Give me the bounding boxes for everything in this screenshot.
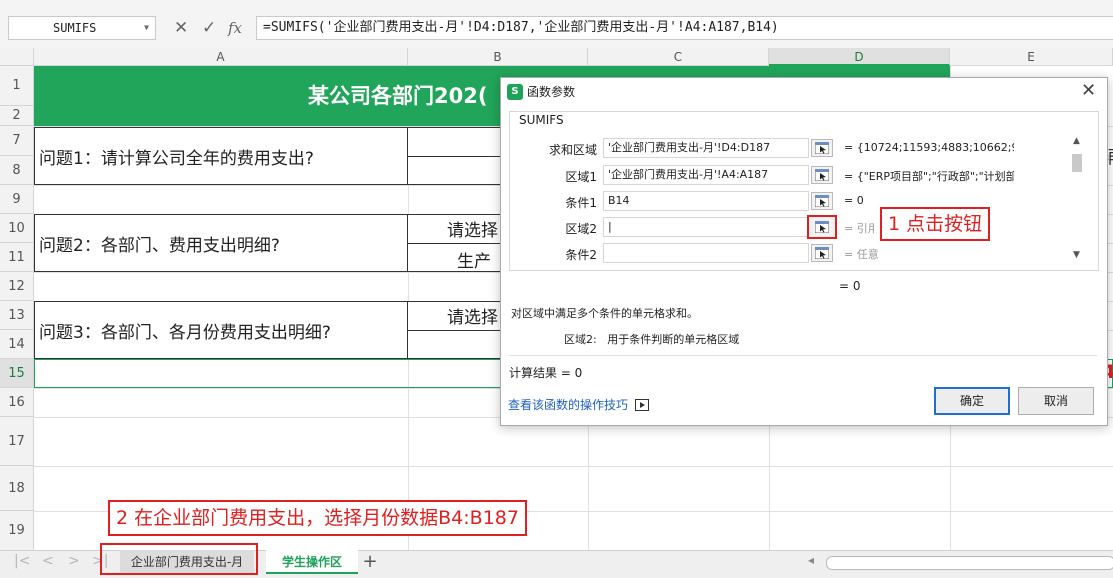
param-description: 区域2: 用于条件判断的单元格区域 — [564, 331, 739, 347]
formula-result: = 0 — [839, 279, 861, 293]
row-header-16[interactable]: 16 — [0, 388, 34, 417]
function-arguments-dialog: S 函数参数 ✕ SUMIFS 求和区域 '企业部门费用支出-月'!D4:D18… — [500, 77, 1108, 426]
next-sheet-icon[interactable]: > — [68, 553, 80, 569]
row-header-8[interactable]: 8 — [0, 156, 34, 185]
answer-1-cell-bottom[interactable] — [407, 156, 503, 185]
calculation-result: 计算结果 = 0 — [509, 366, 583, 380]
param-label-range1: 区域1 — [565, 170, 597, 184]
scroll-down-icon[interactable]: ▼ — [1073, 250, 1080, 260]
range-select-button[interactable] — [811, 244, 833, 262]
row-header-15[interactable]: 15 — [0, 359, 34, 388]
sheet-title: 某公司各部门202( — [308, 84, 488, 108]
scroll-thumb[interactable] — [1072, 154, 1082, 172]
scroll-up-icon[interactable]: ▲ — [1073, 136, 1080, 146]
criteria2-input[interactable] — [603, 243, 809, 263]
step1-annotation: 1 点击按钮 — [880, 207, 991, 241]
column-header-d[interactable]: D — [769, 48, 950, 66]
help-link[interactable]: 查看该函数的操作技巧 — [508, 396, 628, 413]
param-description-text: 用于条件判断的单元格区域 — [607, 333, 740, 346]
play-video-icon[interactable] — [635, 399, 649, 411]
tab-highlight-annotation — [100, 543, 258, 575]
horizontal-scrollbar[interactable] — [826, 556, 1113, 570]
range-select-button[interactable] — [811, 139, 833, 157]
row-header-17[interactable]: 17 — [0, 417, 34, 466]
ok-button[interactable]: 确定 — [934, 387, 1010, 415]
select-all-corner[interactable] — [0, 48, 34, 66]
dialog-title: 函数参数 — [527, 85, 576, 99]
row-header-1[interactable]: 1 — [0, 66, 34, 106]
range1-input[interactable]: '企业部门费用支出-月'!A4:A187 — [603, 165, 809, 185]
scroll-left-icon[interactable]: ◂ — [808, 553, 814, 567]
row-header-12[interactable]: 12 — [0, 272, 34, 301]
row-header-10[interactable]: 10 — [0, 214, 34, 243]
row-header-11[interactable]: 11 — [0, 243, 34, 272]
range1-result: = {"ERP项目部";"行政部";"计划部";"生... — [844, 170, 1014, 183]
answer-3-cell-bottom[interactable] — [407, 330, 503, 359]
param-label-sum-range: 求和区域 — [548, 143, 597, 157]
row-header-7[interactable]: 7 — [0, 126, 34, 156]
param-label-criteria2: 条件2 — [565, 248, 597, 262]
row-header-14[interactable]: 14 — [0, 330, 34, 359]
question-2-cell[interactable]: 问题2：各部门、费用支出明细? — [34, 214, 408, 272]
first-sheet-icon[interactable]: |< — [14, 553, 30, 569]
function-description: 对区域中满足多个条件的单元格求和。 — [511, 307, 698, 320]
cancel-formula-icon[interactable]: ✕ — [174, 16, 188, 40]
range-select-button[interactable] — [811, 192, 833, 210]
insert-function-icon[interactable]: fx — [228, 16, 242, 40]
range-select-button[interactable] — [811, 166, 833, 184]
param-label-range2: 区域2 — [565, 222, 597, 236]
column-header-b[interactable]: B — [408, 48, 588, 66]
range2-select-button[interactable] — [807, 215, 837, 239]
row-header-13[interactable]: 13 — [0, 301, 34, 330]
dept-value: 生产 — [457, 252, 491, 272]
divider — [509, 355, 1097, 356]
param-description-label: 区域2: — [564, 333, 597, 346]
column-header-e[interactable]: E — [950, 48, 1113, 66]
range2-input[interactable]: | — [603, 217, 809, 237]
function-name: SUMIFS — [517, 113, 566, 127]
name-box[interactable]: SUMIFS ▼ — [8, 16, 156, 40]
criteria1-result: = 0 — [844, 194, 864, 207]
dept-select-prompt: 请选择 — [447, 221, 498, 241]
sum-range-result: = {10724;11593;4883;10662;9343;46... — [844, 141, 1014, 154]
chevron-down-icon[interactable]: ▼ — [144, 17, 149, 39]
wps-logo-icon: S — [507, 84, 523, 100]
prev-sheet-icon[interactable]: < — [42, 553, 54, 569]
question-1-cell[interactable]: 问题1：请计算公司全年的费用支出? — [34, 127, 408, 185]
gridline — [34, 466, 1113, 467]
range2-result: = 引用 — [844, 222, 874, 235]
name-box-value: SUMIFS — [53, 21, 97, 35]
formula-input[interactable]: =SUMIFS('企业部门费用支出-月'!D4:D187,'企业部门费用支出-月… — [256, 16, 1113, 40]
criteria1-input[interactable]: B14 — [603, 191, 809, 211]
cancel-button[interactable]: 取消 — [1018, 387, 1094, 415]
confirm-formula-icon[interactable]: ✓ — [202, 16, 216, 40]
question-3-cell[interactable]: 问题3：各部门、各月份费用支出明细? — [34, 301, 408, 359]
criteria2-result: = 任意 — [844, 248, 879, 261]
row-header-18[interactable]: 18 — [0, 466, 34, 511]
close-icon[interactable]: ✕ — [1081, 80, 1096, 101]
dept-select-prompt-2: 请选择 — [447, 308, 498, 328]
row-header-9[interactable]: 9 — [0, 185, 34, 214]
row-header-2[interactable]: 2 — [0, 106, 34, 126]
add-sheet-button[interactable]: + — [360, 550, 380, 574]
sum-range-input[interactable]: '企业部门费用支出-月'!D4:D187 — [603, 138, 809, 158]
step2-annotation: 2 在企业部门费用支出，选择月份数据B4:B187 — [108, 500, 527, 536]
sheet-tab-student[interactable]: 学生操作区 — [266, 550, 358, 574]
column-header-c[interactable]: C — [588, 48, 769, 66]
arguments-scrollbar[interactable]: ▲ ▼ — [1070, 136, 1084, 264]
row-header-19[interactable]: 19 — [0, 511, 34, 551]
column-header-a[interactable]: A — [34, 48, 408, 66]
answer-1-cell-top[interactable] — [407, 127, 503, 157]
param-label-criteria1: 条件1 — [565, 196, 597, 210]
